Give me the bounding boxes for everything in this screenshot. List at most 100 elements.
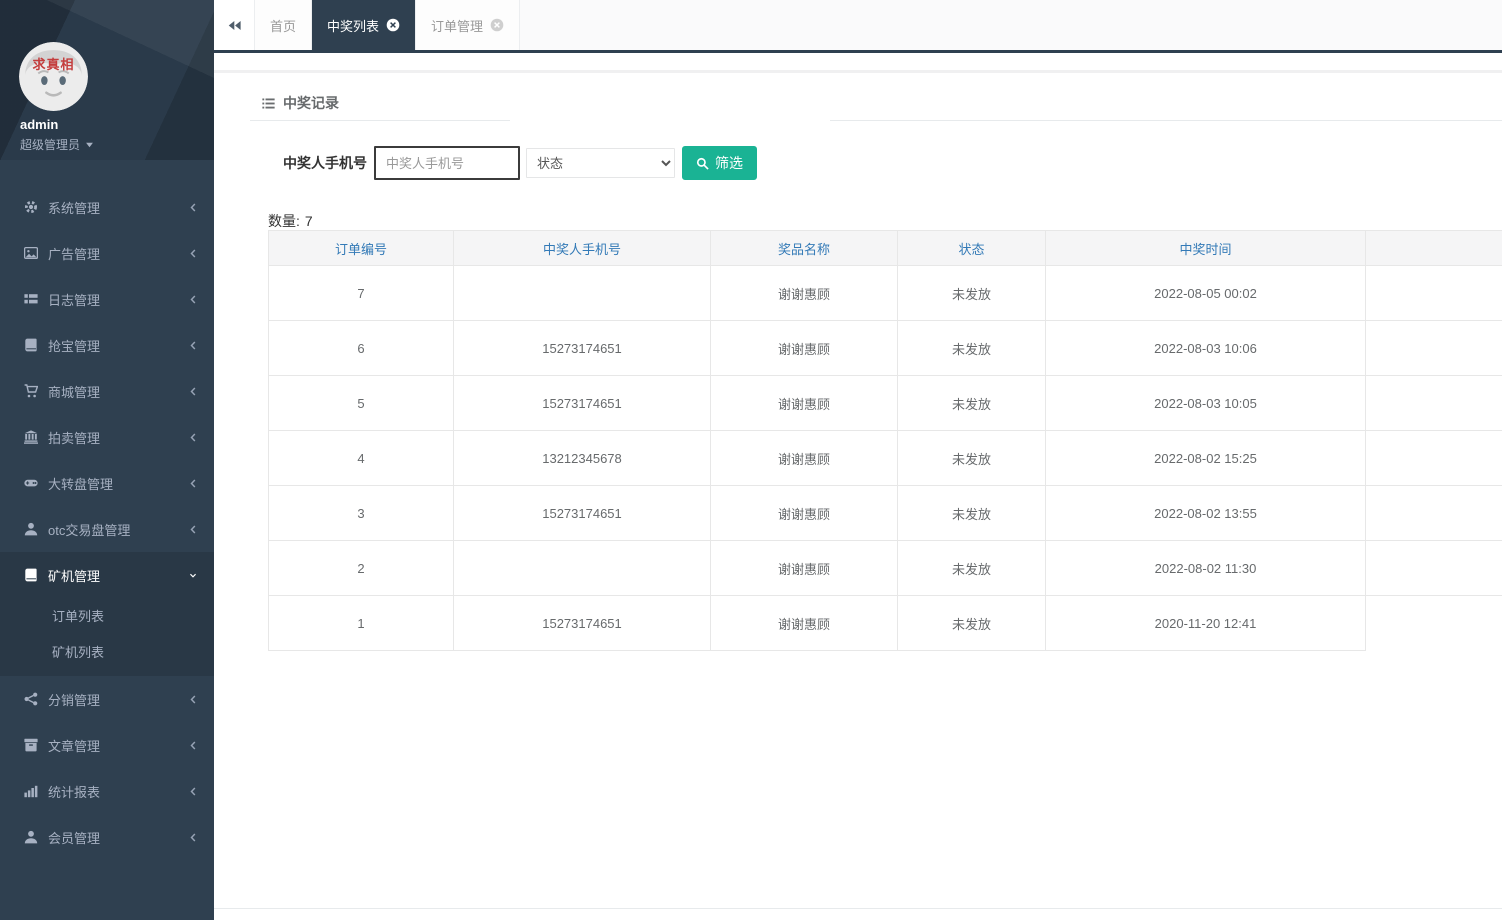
column-header[interactable]: 中奖时间: [1046, 231, 1366, 266]
filter-button[interactable]: 筛选: [682, 146, 757, 180]
avatar[interactable]: 求真相: [19, 42, 88, 111]
tab-label: 订单管理: [431, 16, 483, 35]
main-area: 首页 中奖列表 订单管理 中奖记录 中奖人手机号 状态: [214, 0, 1502, 920]
table-cell: 谢谢惠顾: [711, 431, 898, 486]
table-cell: 7: [269, 266, 454, 321]
avatar-face: [19, 42, 88, 111]
table-row: 315273174651谢谢惠顾未发放2022-08-02 13:55: [269, 486, 1502, 541]
sidebar-group-distribution: 分销管理: [0, 676, 214, 722]
sidebar-item-logs[interactable]: 日志管理: [0, 276, 214, 322]
sidebar-collapse-button[interactable]: [214, 0, 254, 50]
sidebar-item-stats[interactable]: 统计报表: [0, 768, 214, 814]
profile-username: admin: [20, 117, 58, 132]
column-header[interactable]: 中奖人手机号: [454, 231, 711, 266]
table-cell: 13212345678: [454, 431, 711, 486]
table-row: 413212345678谢谢惠顾未发放2022-08-02 15:25: [269, 431, 1502, 486]
sidebar-item-member[interactable]: 会员管理: [0, 814, 214, 860]
sidebar-item-label: 会员管理: [48, 828, 188, 847]
title-divider: [250, 120, 510, 121]
tab-bar: 首页 中奖列表 订单管理: [214, 0, 1502, 53]
column-header[interactable]: [1366, 231, 1502, 266]
table-cell: 2022-08-02 11:30: [1046, 541, 1366, 596]
share-icon: [24, 692, 38, 706]
chevron-left-icon: [188, 477, 198, 490]
close-icon[interactable]: [490, 18, 504, 32]
table-cell: 5: [269, 376, 454, 431]
tab-label: 中奖列表: [327, 16, 379, 35]
filter-button-label: 筛选: [715, 153, 743, 173]
table-cell: 2022-08-03 10:06: [1046, 321, 1366, 376]
tab-label: 首页: [270, 16, 296, 35]
winners-table: 订单编号中奖人手机号奖品名称状态中奖时间7谢谢惠顾未发放2022-08-05 0…: [268, 230, 1502, 651]
sidebar-item-label: 统计报表: [48, 782, 188, 801]
table-cell: 2022-08-05 00:02: [1046, 266, 1366, 321]
book-icon: [24, 338, 38, 352]
tab-strip: 首页 中奖列表 订单管理: [254, 0, 520, 50]
sidebar-item-label: 商城管理: [48, 382, 188, 401]
profile-role-dropdown[interactable]: 超级管理员: [20, 136, 94, 153]
table-cell: [1366, 376, 1502, 431]
table-cell: [1366, 321, 1502, 376]
archive-icon: [24, 738, 38, 752]
sidebar-group-member: 会员管理: [0, 814, 214, 860]
table-cell: 谢谢惠顾: [711, 541, 898, 596]
table-cell: 未发放: [898, 541, 1046, 596]
column-header[interactable]: 状态: [898, 231, 1046, 266]
table-cell: 15273174651: [454, 321, 711, 376]
tab-win-list[interactable]: 中奖列表: [311, 0, 415, 50]
sidebar-submenu-miner: 订单列表矿机列表: [0, 598, 214, 676]
profile-role-label: 超级管理员: [20, 136, 80, 153]
thlist-icon: [24, 292, 38, 306]
sidebar-item-wheel[interactable]: 大转盘管理: [0, 460, 214, 506]
sidebar-group-stats: 统计报表: [0, 768, 214, 814]
chevron-left-icon: [188, 247, 198, 260]
sidebar-item-system[interactable]: 系统管理: [0, 184, 214, 230]
table-cell: [1366, 486, 1502, 541]
table-cell: 谢谢惠顾: [711, 266, 898, 321]
sidebar-item-otc[interactable]: otc交易盘管理: [0, 506, 214, 552]
table-cell: 未发放: [898, 431, 1046, 486]
phone-filter-input[interactable]: [374, 146, 520, 180]
column-header[interactable]: 奖品名称: [711, 231, 898, 266]
status-select[interactable]: 状态: [526, 148, 675, 178]
column-header[interactable]: 订单编号: [269, 231, 454, 266]
sidebar-item-label: 文章管理: [48, 736, 188, 755]
table-cell: 未发放: [898, 486, 1046, 541]
sidebar-group-logs: 日志管理: [0, 276, 214, 322]
image-icon: [24, 246, 38, 260]
close-icon[interactable]: [386, 18, 400, 32]
sidebar-item-ads[interactable]: 广告管理: [0, 230, 214, 276]
sidebar-group-article: 文章管理: [0, 722, 214, 768]
sidebar-subitem-miner-list[interactable]: 矿机列表: [0, 634, 214, 670]
table-cell: 6: [269, 321, 454, 376]
sidebar-item-label: 日志管理: [48, 290, 188, 309]
table-cell: 3: [269, 486, 454, 541]
table-row: 2谢谢惠顾未发放2022-08-02 11:30: [269, 541, 1502, 596]
app-root: 求真相 admin 超级管理员 系统管理广告管理日志管理抢宝管理商城管理拍卖管理…: [0, 0, 1502, 920]
sidebar-item-distribution[interactable]: 分销管理: [0, 676, 214, 722]
user-icon: [24, 522, 38, 536]
sidebar-item-miner[interactable]: 矿机管理: [0, 552, 214, 598]
tab-order-manage[interactable]: 订单管理: [415, 0, 520, 50]
panel-title-text: 中奖记录: [283, 93, 339, 113]
sidebar-item-auction[interactable]: 拍卖管理: [0, 414, 214, 460]
sidebar-item-treasure[interactable]: 抢宝管理: [0, 322, 214, 368]
sidebar-subitem-order-list[interactable]: 订单列表: [0, 598, 214, 634]
sidebar-group-treasure: 抢宝管理: [0, 322, 214, 368]
table-cell: 谢谢惠顾: [711, 376, 898, 431]
sidebar-item-label: 矿机管理: [48, 566, 188, 585]
chevron-down-icon: [188, 569, 198, 582]
tab-home[interactable]: 首页: [254, 0, 311, 50]
table-cell: 1: [269, 596, 454, 651]
search-icon: [696, 157, 709, 170]
sidebar-item-mall[interactable]: 商城管理: [0, 368, 214, 414]
sidebar-item-label: 系统管理: [48, 198, 188, 217]
filter-row: 中奖人手机号 状态 筛选: [283, 146, 757, 180]
panel-title: 中奖记录: [262, 93, 339, 113]
gamepad-icon: [24, 476, 38, 490]
sidebar-group-ads: 广告管理: [0, 230, 214, 276]
bank-icon: [24, 430, 38, 444]
sidebar-item-article[interactable]: 文章管理: [0, 722, 214, 768]
sidebar-item-label: 大转盘管理: [48, 474, 188, 493]
sidebar-nav: 系统管理广告管理日志管理抢宝管理商城管理拍卖管理大转盘管理 otc交易盘管理矿机管…: [0, 160, 214, 860]
